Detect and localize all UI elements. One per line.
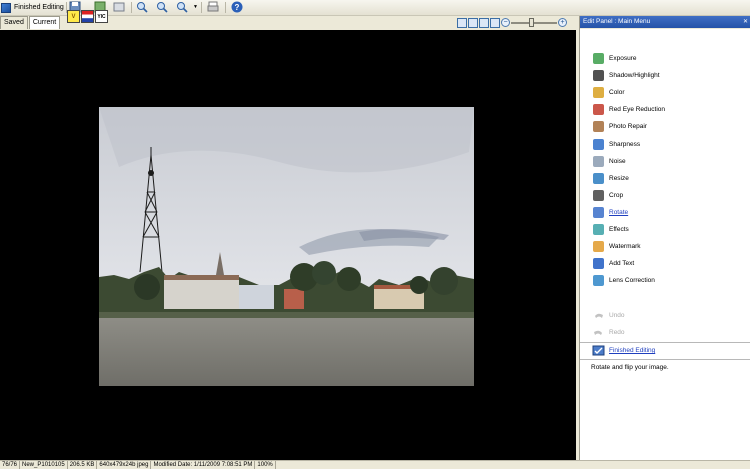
view-compare-icon[interactable] xyxy=(479,17,489,28)
view-fit-icon[interactable] xyxy=(490,17,500,28)
tab-current[interactable]: Current xyxy=(28,16,61,29)
menu-item-label: Photo Repair xyxy=(609,123,647,131)
finished-editing-toolbar-button[interactable]: Finished Editing xyxy=(1,1,65,14)
view-tools: − + xyxy=(457,17,567,28)
finish-editing-icon xyxy=(1,2,11,13)
menu-item-label: Exposure xyxy=(609,55,637,62)
menu-item-label: Resize xyxy=(609,174,629,182)
print-icon[interactable] xyxy=(207,1,219,13)
zoom-out-icon[interactable] xyxy=(156,1,168,13)
menu-item-label: Noise xyxy=(609,157,626,165)
pin-icon[interactable]: ✕ xyxy=(743,16,748,28)
tool-yic-icon[interactable]: YIC xyxy=(95,10,108,23)
menu-item-watermark[interactable]: Watermark xyxy=(592,239,641,254)
color-icon xyxy=(593,87,604,99)
redo-icon xyxy=(594,330,602,335)
rotate-icon xyxy=(593,206,604,218)
toolbar-separator xyxy=(225,2,226,13)
finished-editing-item[interactable]: Finished Editing xyxy=(592,343,655,358)
menu-item-label: Color xyxy=(609,89,625,97)
undo-icon xyxy=(595,313,603,318)
chevron-down-icon[interactable]: ▼ xyxy=(193,4,198,10)
tab-saved[interactable]: Saved xyxy=(0,16,28,29)
edit-panel-title: Edit Panel : Main Menu ✕ xyxy=(580,16,750,28)
toolbar-separator xyxy=(131,2,132,13)
watermark-icon xyxy=(593,241,604,253)
add-text-icon xyxy=(593,258,604,270)
tool-v-icon[interactable]: V xyxy=(67,10,80,23)
zoom-minus-icon[interactable]: − xyxy=(501,18,510,27)
lake-cityscape-image xyxy=(99,107,474,386)
photo xyxy=(99,107,474,386)
view-tabs: Saved Current xyxy=(0,16,61,29)
menu-item-label: Crop xyxy=(609,191,624,199)
resize-icon xyxy=(593,172,604,184)
menu-item-label: Sharpness xyxy=(609,140,641,148)
panel-divider xyxy=(580,359,750,360)
flag-icon[interactable] xyxy=(81,10,94,23)
menu-item-label: Rotate xyxy=(609,208,629,216)
finished-editing-toolbar-label: Finished Editing xyxy=(14,4,64,11)
floating-tool-icons: V YIC xyxy=(67,10,108,24)
edit-panel-title-text: Edit Panel : Main Menu xyxy=(583,18,651,25)
panel-hint: Rotate and flip your image. xyxy=(591,364,669,371)
menu-item-add-text[interactable]: Add Text xyxy=(592,256,634,271)
zoom-plus-icon[interactable]: + xyxy=(558,18,567,27)
menu-item-resize[interactable]: Resize xyxy=(592,171,629,186)
zoom-slider[interactable] xyxy=(511,18,557,27)
undo-item[interactable]: Undo xyxy=(592,308,625,323)
photo-repair-icon xyxy=(593,121,604,133)
menu-item-label: Red Eye Reduction xyxy=(609,106,666,114)
menu-item-exposure[interactable]: Exposure xyxy=(592,51,636,66)
menu-item-effects[interactable]: Effects xyxy=(592,222,629,237)
noise-icon xyxy=(593,155,604,167)
menu-item-label: Effects xyxy=(609,226,629,233)
zoom-slider-thumb[interactable] xyxy=(529,18,535,27)
zoom-in-icon[interactable] xyxy=(136,1,148,13)
svg-text:?: ? xyxy=(235,3,240,12)
undo-label: Undo xyxy=(609,312,625,319)
shadow-highlight-icon xyxy=(593,70,604,82)
lens-correction-icon xyxy=(593,275,604,287)
help-icon[interactable]: ? xyxy=(231,1,243,13)
menu-item-photo-repair[interactable]: Photo Repair xyxy=(592,119,647,134)
menu-item-color[interactable]: Color xyxy=(592,85,625,100)
menu-item-label: Lens Correction xyxy=(609,277,655,285)
menu-item-lens-correction[interactable]: Lens Correction xyxy=(592,273,655,288)
view-single-icon[interactable] xyxy=(457,17,467,28)
edit-panel-body: Exposure Shadow/Highlight Color Red Eye Red… xyxy=(580,29,750,460)
view-split-icon[interactable] xyxy=(468,17,478,28)
finished-editing-icon xyxy=(592,345,605,356)
sharpness-icon xyxy=(593,138,604,150)
menu-item-rotate[interactable]: Rotate xyxy=(592,205,628,220)
redo-item[interactable]: Redo xyxy=(592,325,625,340)
screen-capture-icon[interactable] xyxy=(113,1,125,13)
menu-item-sharpness[interactable]: Sharpness xyxy=(592,137,640,152)
menu-item-label: Watermark xyxy=(609,243,641,251)
menu-item-crop[interactable]: Crop xyxy=(592,188,623,203)
menu-item-shadow-highlight[interactable]: Shadow/Highlight xyxy=(592,68,660,83)
exposure-icon xyxy=(593,53,604,64)
red-eye-icon xyxy=(593,104,604,116)
effects-icon xyxy=(593,224,604,235)
finished-editing-label: Finished Editing xyxy=(609,347,656,354)
crop-icon xyxy=(593,189,604,201)
toolbar-separator xyxy=(201,2,202,13)
menu-item-label: Add Text xyxy=(609,260,635,268)
menu-item-red-eye-reduction[interactable]: Red Eye Reduction xyxy=(592,102,665,117)
zoom-fit-icon[interactable] xyxy=(176,1,188,13)
main-toolbar: Finished Editing ▼ ? xyxy=(0,0,750,16)
menu-item-label: Shadow/Highlight xyxy=(609,72,660,80)
menu-item-noise[interactable]: Noise xyxy=(592,154,626,169)
edit-panel: Edit Panel : Main Menu ✕ Exposure Shadow/… xyxy=(579,16,750,460)
image-canvas[interactable] xyxy=(0,30,576,460)
redo-label: Redo xyxy=(609,329,625,336)
